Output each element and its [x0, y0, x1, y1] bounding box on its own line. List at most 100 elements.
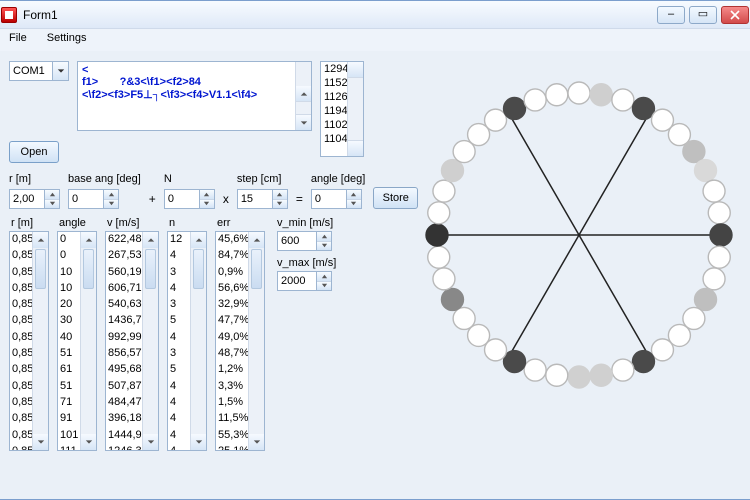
table-cell[interactable]: 396,18	[106, 411, 142, 427]
table-cell[interactable]: 4	[168, 281, 190, 297]
table-cell[interactable]: 25,1%	[216, 444, 248, 451]
port-combobox[interactable]	[9, 61, 69, 81]
table-cell[interactable]: 560,19	[106, 265, 142, 281]
minimize-button[interactable]: –	[657, 6, 685, 24]
scroll-thumb[interactable]	[145, 249, 156, 289]
table-cell[interactable]: 0,85	[10, 395, 32, 411]
table-cell[interactable]: 32,9%	[216, 297, 248, 313]
port-dropdown-button[interactable]	[53, 61, 69, 81]
table-cell[interactable]: 0,85	[10, 281, 32, 297]
scroll-thumb[interactable]	[251, 249, 262, 289]
maximize-button[interactable]: ▭	[689, 6, 717, 24]
table-cell[interactable]: 10	[58, 281, 80, 297]
chevron-down-icon[interactable]	[347, 200, 361, 209]
scroll-thumb[interactable]	[83, 249, 94, 289]
input-r[interactable]	[9, 189, 45, 209]
table-cell[interactable]: 4	[168, 444, 190, 451]
table-cell[interactable]: 0,85	[10, 428, 32, 444]
chevron-up-icon[interactable]	[104, 190, 118, 200]
table-cell[interactable]: 0,85	[10, 265, 32, 281]
table-cell[interactable]: 40	[58, 330, 80, 346]
scroll-thumb[interactable]	[193, 249, 204, 289]
spin-base-ang[interactable]	[68, 189, 119, 209]
scroll-up-icon[interactable]	[348, 62, 363, 78]
chevron-up-icon[interactable]	[45, 190, 59, 200]
scroll-up-icon[interactable]	[33, 232, 48, 248]
table-cell[interactable]: 622,48	[106, 232, 142, 248]
scroll-down-icon[interactable]	[143, 434, 158, 450]
table-cell[interactable]: 91	[58, 411, 80, 427]
scroll-down-icon[interactable]	[191, 434, 206, 450]
table-cell[interactable]: 484,47	[106, 395, 142, 411]
chevron-down-icon[interactable]	[317, 242, 331, 251]
table-cell[interactable]: 0	[58, 248, 80, 264]
table-cell[interactable]: 0,85	[10, 411, 32, 427]
input-base-ang[interactable]	[68, 189, 104, 209]
scroll-up-icon[interactable]	[249, 232, 264, 248]
table-cell[interactable]: 0,9%	[216, 265, 248, 281]
input-step[interactable]	[237, 189, 273, 209]
table-cell[interactable]: 1,2%	[216, 362, 248, 378]
table-cell[interactable]: 0,85	[10, 330, 32, 346]
table-cell[interactable]: 5	[168, 362, 190, 378]
table-cell[interactable]: 1246,3	[106, 444, 142, 451]
table-cell[interactable]: 4	[168, 379, 190, 395]
table-cell[interactable]: 61	[58, 362, 80, 378]
table-cell[interactable]: 48,7%	[216, 346, 248, 362]
chevron-down-icon[interactable]	[45, 200, 59, 209]
table-cell[interactable]: 4	[168, 330, 190, 346]
table-cell[interactable]: 992,99	[106, 330, 142, 346]
spin-step[interactable]	[237, 189, 288, 209]
table-cell[interactable]: 4	[168, 411, 190, 427]
table-cell[interactable]: 507,87	[106, 379, 142, 395]
table-cell[interactable]: 856,57	[106, 346, 142, 362]
scroll-up-icon[interactable]	[81, 232, 96, 248]
table-cell[interactable]: 3	[168, 265, 190, 281]
store-button[interactable]: Store	[373, 187, 418, 209]
table-cell[interactable]: 3	[168, 346, 190, 362]
table-cell[interactable]: 0,85	[10, 232, 32, 248]
chevron-down-icon[interactable]	[317, 282, 331, 291]
table-cell[interactable]: 11,5%	[216, 411, 248, 427]
chevron-down-icon[interactable]	[104, 200, 118, 209]
scroll-down-icon[interactable]	[296, 114, 311, 130]
close-button[interactable]	[721, 6, 749, 24]
chevron-up-icon[interactable]	[317, 232, 331, 242]
table-cell[interactable]: 10	[58, 265, 80, 281]
table-cell[interactable]: 47,7%	[216, 313, 248, 329]
table-cell[interactable]: 1,5%	[216, 395, 248, 411]
menu-file[interactable]: File	[0, 29, 37, 51]
spin-vmax[interactable]	[277, 271, 336, 291]
scroll-down-icon[interactable]	[348, 140, 363, 156]
table-cell[interactable]: 30	[58, 313, 80, 329]
table-cell[interactable]: 267,53	[106, 248, 142, 264]
table-cell[interactable]: 0,85	[10, 297, 32, 313]
table-cell[interactable]: 0,85	[10, 346, 32, 362]
scroll-down-icon[interactable]	[249, 434, 264, 450]
table-cell[interactable]: 4	[168, 428, 190, 444]
col-angle[interactable]: 0010102030405161517191101111121121	[57, 231, 97, 451]
col-n[interactable]: 12434354354444443	[167, 231, 207, 451]
table-cell[interactable]: 4	[168, 395, 190, 411]
side-list-scrollbar[interactable]	[347, 62, 363, 156]
input-angle[interactable]	[311, 189, 347, 209]
col-r[interactable]: 0,850,850,850,850,850,850,850,850,850,85…	[9, 231, 49, 451]
table-cell[interactable]: 84,7%	[216, 248, 248, 264]
chevron-down-icon[interactable]	[273, 200, 287, 209]
table-cell[interactable]: 540,63	[106, 297, 142, 313]
table-cell[interactable]: 0	[58, 232, 80, 248]
table-cell[interactable]: 1444,9	[106, 428, 142, 444]
scroll-thumb[interactable]	[35, 249, 46, 289]
table-cell[interactable]: 3	[168, 297, 190, 313]
table-cell[interactable]: 0,85	[10, 313, 32, 329]
table-cell[interactable]: 4	[168, 248, 190, 264]
table-cell[interactable]: 51	[58, 379, 80, 395]
spin-angle[interactable]	[311, 189, 362, 209]
table-cell[interactable]: 45,6%	[216, 232, 248, 248]
scroll-up-icon[interactable]	[191, 232, 206, 248]
scroll-up-icon[interactable]	[143, 232, 158, 248]
table-cell[interactable]: 0,85	[10, 362, 32, 378]
side-list[interactable]: 129411521126119411021104	[320, 61, 364, 157]
spin-n[interactable]	[164, 189, 215, 209]
table-cell[interactable]: 495,68	[106, 362, 142, 378]
